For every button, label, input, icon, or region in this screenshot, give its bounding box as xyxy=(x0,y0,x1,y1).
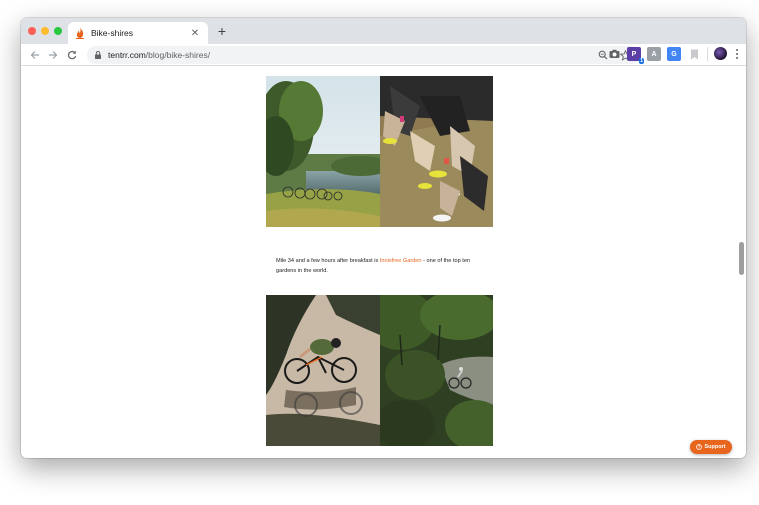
extension-a-icon[interactable]: A xyxy=(647,47,661,61)
bookmark-ext-icon[interactable] xyxy=(687,47,701,61)
tab-title: Bike-shires xyxy=(91,28,134,38)
question-circle-icon xyxy=(696,444,703,450)
lock-icon[interactable] xyxy=(93,50,103,60)
forward-arrow-icon[interactable] xyxy=(45,47,61,63)
profile-avatar[interactable] xyxy=(714,47,727,60)
translate-label: G xyxy=(671,50,677,58)
tab-strip: Bike-shires ✕ + xyxy=(21,18,746,44)
browser-window: Bike-shires ✕ + tentrr.com/blog/bike-shi… xyxy=(21,18,746,458)
extension-badge: 1 xyxy=(639,58,644,64)
close-icon[interactable]: ✕ xyxy=(189,28,201,39)
url-path: /blog/bike-shires/ xyxy=(145,50,211,60)
cyclists-legs-photo xyxy=(379,76,493,227)
tentrr-flame-icon xyxy=(75,27,85,39)
caption-text-start: Mile 34 and a few hours after breakfast … xyxy=(276,258,380,264)
plus-icon[interactable]: + xyxy=(214,23,230,39)
back-arrow-icon[interactable] xyxy=(27,47,43,63)
url-host: tentrr.com xyxy=(108,50,146,60)
photo-caption: Mile 34 and a few hours after breakfast … xyxy=(276,256,486,276)
support-label: Support xyxy=(704,444,726,450)
cyclist-overhead-photo xyxy=(266,295,380,446)
extension-a-label: A xyxy=(651,50,657,58)
photo-row-bottom xyxy=(266,295,493,446)
lake-photo xyxy=(266,76,380,227)
support-button[interactable]: Support xyxy=(690,440,732,454)
address-bar[interactable]: tentrr.com/blog/bike-shires/ xyxy=(87,46,640,64)
reload-icon[interactable] xyxy=(64,47,80,63)
translate-icon[interactable]: G xyxy=(667,47,681,61)
tab-bike-shires[interactable]: Bike-shires ✕ xyxy=(68,22,208,44)
scrollbar-thumb[interactable] xyxy=(739,242,744,275)
extension-p-icon[interactable]: P 1 xyxy=(627,47,644,64)
forest-road-photo xyxy=(379,295,493,446)
camera-icon[interactable] xyxy=(607,47,621,61)
close-window-button[interactable] xyxy=(28,27,36,35)
more-menu-icon[interactable] xyxy=(733,47,741,61)
toolbar: tentrr.com/blog/bike-shires/ P 1 A G xyxy=(21,44,746,66)
innisfree-garden-link[interactable]: Innisfree Garden xyxy=(380,258,422,264)
zoom-window-button[interactable] xyxy=(54,27,62,35)
minimize-window-button[interactable] xyxy=(41,27,49,35)
page-content: Mile 34 and a few hours after breakfast … xyxy=(21,66,746,458)
toolbar-separator xyxy=(707,47,708,61)
url-text: tentrr.com/blog/bike-shires/ xyxy=(108,50,210,60)
photo-row-top xyxy=(266,76,493,227)
extensions-area: P 1 A G xyxy=(607,47,741,64)
extension-p-label: P xyxy=(631,50,637,58)
